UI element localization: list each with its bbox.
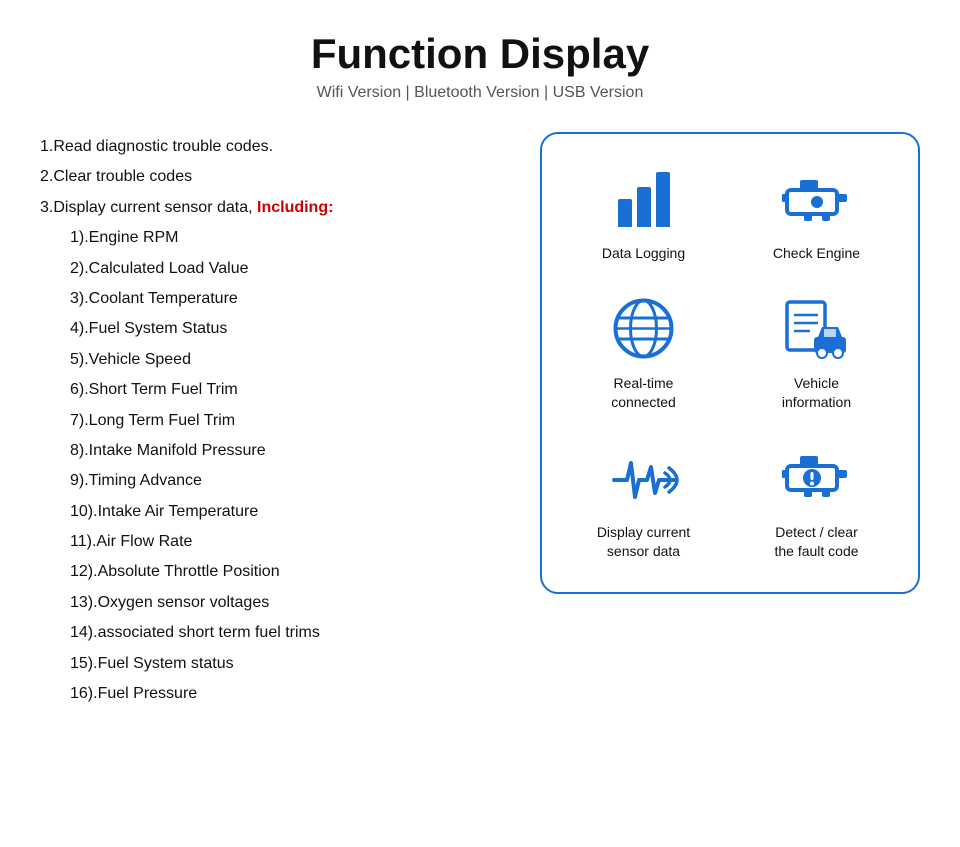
list-item-3: 3.Display current sensor data, Including…: [40, 193, 500, 223]
list-item-2: 2.Clear trouble codes: [40, 162, 500, 192]
check-engine-label: Check Engine: [773, 244, 860, 264]
card-vehicle-info: Vehicleinformation: [735, 294, 898, 413]
page-subtitle: Wifi Version | Bluetooth Version | USB V…: [311, 84, 649, 102]
card-check-engine: Check Engine: [735, 164, 898, 264]
sub-item-10: 10).Intake Air Temperature: [70, 497, 500, 527]
sub-item-8: 8).Intake Manifold Pressure: [70, 436, 500, 466]
realtime-icon: [609, 294, 679, 364]
page-header: Function Display Wifi Version | Bluetoot…: [311, 30, 649, 102]
sub-item-13: 13).Oxygen sensor voltages: [70, 588, 500, 618]
detect-clear-icon: [782, 443, 852, 513]
sub-item-6: 6).Short Term Fuel Trim: [70, 375, 500, 405]
sub-item-5: 5).Vehicle Speed: [70, 345, 500, 375]
check-engine-icon: [782, 164, 852, 234]
display-sensor-icon: [609, 443, 679, 513]
display-sensor-label: Display currentsensor data: [597, 523, 690, 562]
sub-item-11: 11).Air Flow Rate: [70, 527, 500, 557]
sub-item-14: 14).associated short term fuel trims: [70, 618, 500, 648]
list-item-1: 1.Read diagnostic trouble codes.: [40, 132, 500, 162]
card-realtime: Real-timeconnected: [562, 294, 725, 413]
sub-item-15: 15).Fuel System status: [70, 649, 500, 679]
sub-item-3: 3).Coolant Temperature: [70, 284, 500, 314]
sub-item-1: 1).Engine RPM: [70, 223, 500, 253]
sub-item-9: 9).Timing Advance: [70, 466, 500, 496]
card-data-logging: Data Logging: [562, 164, 725, 264]
right-panel: Data Logging Check Engine: [540, 132, 920, 594]
data-logging-label: Data Logging: [602, 244, 685, 264]
detect-clear-label: Detect / clearthe fault code: [774, 523, 858, 562]
sub-item-2: 2).Calculated Load Value: [70, 254, 500, 284]
page-title: Function Display: [311, 30, 649, 78]
sub-list: 1).Engine RPM 2).Calculated Load Value 3…: [40, 223, 500, 709]
vehicle-info-icon: [782, 294, 852, 364]
left-panel: 1.Read diagnostic trouble codes. 2.Clear…: [40, 132, 500, 709]
data-logging-icon: [609, 164, 679, 234]
card-display-sensor: Display currentsensor data: [562, 443, 725, 562]
including-label: Including:: [257, 199, 333, 216]
sub-item-12: 12).Absolute Throttle Position: [70, 557, 500, 587]
sub-item-16: 16).Fuel Pressure: [70, 679, 500, 709]
sub-item-7: 7).Long Term Fuel Trim: [70, 406, 500, 436]
content-area: 1.Read diagnostic trouble codes. 2.Clear…: [40, 132, 920, 709]
card-detect-clear: Detect / clearthe fault code: [735, 443, 898, 562]
sub-item-4: 4).Fuel System Status: [70, 314, 500, 344]
vehicle-info-label: Vehicleinformation: [782, 374, 851, 413]
realtime-label: Real-timeconnected: [611, 374, 676, 413]
